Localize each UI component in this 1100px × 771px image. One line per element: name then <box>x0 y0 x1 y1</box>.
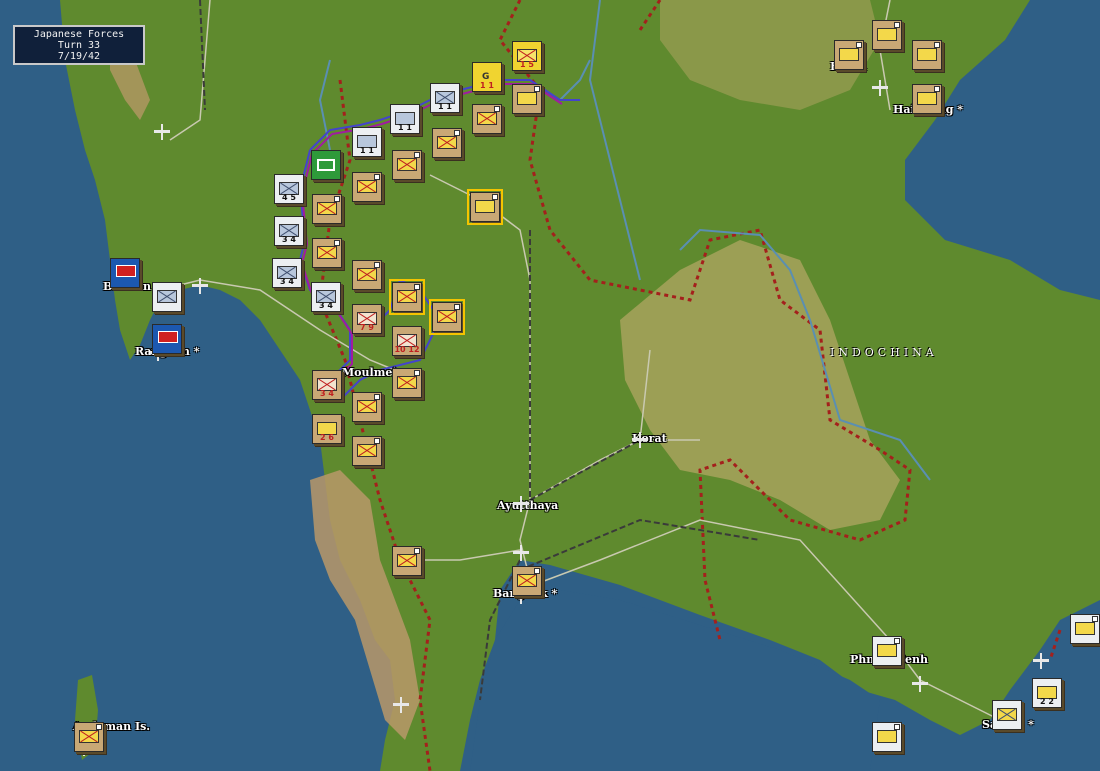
airfield-icon[interactable] <box>154 124 170 140</box>
allied-unit-counter[interactable]: 3 4 <box>272 258 302 288</box>
naval-base-unit[interactable] <box>110 258 140 288</box>
japanese-unit-counter[interactable] <box>472 104 502 134</box>
strategic-map[interactable]: Japanese Forces Turn 33 7/19/42 Moulmei … <box>0 0 1100 771</box>
japanese-unit-counter[interactable] <box>992 700 1022 730</box>
allied-unit-counter[interactable]: 3 4 <box>311 282 341 312</box>
airfield-icon[interactable] <box>872 80 888 96</box>
airfield-icon[interactable] <box>393 697 409 713</box>
japanese-unit-counter[interactable]: 3 4 <box>312 370 342 400</box>
japanese-unit-counter[interactable] <box>912 40 942 70</box>
airfield-icon[interactable] <box>513 496 529 512</box>
japanese-unit-counter[interactable] <box>352 392 382 422</box>
japanese-unit-selected[interactable] <box>429 299 465 335</box>
airfield-icon[interactable] <box>192 278 208 294</box>
japanese-unit-counter[interactable] <box>872 722 902 752</box>
allied-unit-counter[interactable]: 3 4 <box>274 216 304 246</box>
japanese-unit-counter[interactable] <box>834 40 864 70</box>
region-label-indochina: INDOCHINA <box>830 346 938 359</box>
japanese-unit-counter[interactable] <box>352 436 382 466</box>
airfield-icon[interactable] <box>1033 653 1049 669</box>
japanese-unit-counter[interactable]: 1 5 <box>512 41 542 71</box>
japanese-unit-selected[interactable] <box>389 279 425 315</box>
japanese-unit-counter[interactable] <box>872 20 902 50</box>
japanese-unit-selected[interactable] <box>467 189 503 225</box>
japanese-unit-counter[interactable] <box>512 566 542 596</box>
turn-info-panel: Japanese Forces Turn 33 7/19/42 <box>13 25 145 65</box>
airfield-icon[interactable] <box>912 676 928 692</box>
japanese-unit-counter[interactable] <box>74 722 104 752</box>
japanese-unit-counter[interactable]: 7 9 <box>352 304 382 334</box>
japanese-unit-counter[interactable] <box>392 150 422 180</box>
turn-label: Turn 33 <box>57 40 101 51</box>
japanese-unit-counter[interactable] <box>432 128 462 158</box>
naval-base-unit[interactable] <box>152 324 182 354</box>
allied-unit-counter[interactable]: 4 5 <box>274 174 304 204</box>
japanese-unit-counter[interactable] <box>392 368 422 398</box>
faction-label: Japanese Forces <box>33 29 125 40</box>
japanese-unit-counter[interactable]: 2 6 <box>312 414 342 444</box>
city-label-moulmein: Moulmei <box>342 366 397 379</box>
japanese-hq-unit[interactable]: G1 1 <box>472 62 502 92</box>
japanese-unit-counter[interactable] <box>1070 614 1100 644</box>
japanese-unit-counter[interactable] <box>392 546 422 576</box>
japanese-unit-counter[interactable] <box>512 84 542 114</box>
japanese-unit-counter[interactable]: 2 2 <box>1032 678 1062 708</box>
japanese-unit-counter[interactable] <box>352 260 382 290</box>
airfield-icon[interactable] <box>513 545 529 561</box>
japanese-unit-counter[interactable]: 10 12 <box>392 326 422 356</box>
date-label: 7/19/42 <box>57 51 101 62</box>
japanese-unit-counter[interactable] <box>912 84 942 114</box>
allied-unit-counter[interactable]: 1 1 <box>352 127 382 157</box>
allied-hq-unit[interactable] <box>311 150 341 180</box>
japanese-unit-counter[interactable] <box>352 172 382 202</box>
japanese-unit-counter[interactable] <box>312 238 342 268</box>
allied-unit-counter[interactable]: 1 1 <box>430 83 460 113</box>
airfield-icon[interactable] <box>632 432 648 448</box>
allied-unit-counter[interactable] <box>152 282 182 312</box>
japanese-unit-counter[interactable] <box>872 636 902 666</box>
japanese-unit-counter[interactable] <box>312 194 342 224</box>
allied-unit-counter[interactable]: 1 1 <box>390 104 420 134</box>
